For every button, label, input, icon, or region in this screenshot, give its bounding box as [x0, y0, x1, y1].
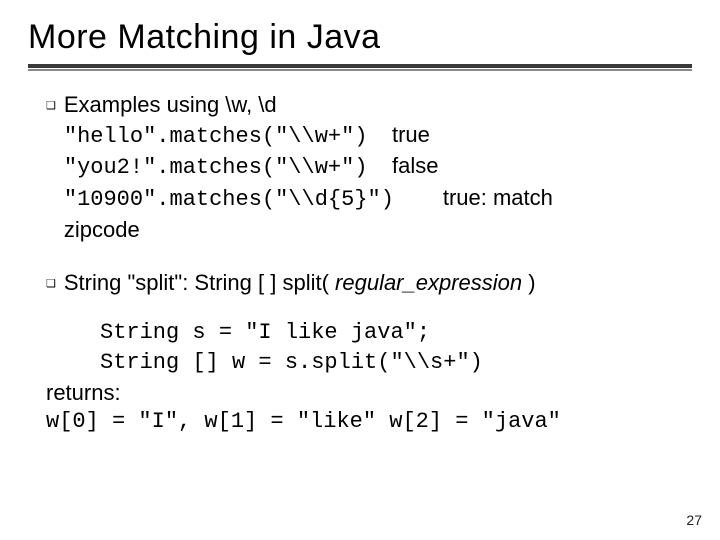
code-line-1: String s = "I like java";	[100, 318, 686, 348]
code-line-2: String [] w = s.split("\\s+")	[100, 348, 686, 378]
slide-title: More Matching in Java	[28, 18, 381, 57]
bullet-body: Examples using \w, \d "hello".matches("\…	[64, 90, 553, 244]
example-2-result: false	[392, 153, 438, 178]
example-2: "you2!".matches("\\w+") false	[64, 151, 553, 183]
example-1: "hello".matches("\\w+") true	[64, 120, 553, 152]
split-lead-a: String "split": String [ ] split(	[64, 270, 335, 295]
content: ❑ Examples using \w, \d "hello".matches(…	[46, 90, 686, 437]
bullet-examples: ❑ Examples using \w, \d "hello".matches(…	[46, 90, 686, 244]
bullet-row: ❑ String "split": String [ ] split( regu…	[46, 268, 686, 298]
returns-label: returns:	[46, 378, 686, 408]
bullet-square-icon: ❑	[46, 99, 56, 114]
example-3-code: "10900".matches("\\d{5}")	[64, 187, 394, 212]
split-lead-b: regular_expression	[335, 270, 522, 295]
bullet-split: ❑ String "split": String [ ] split( regu…	[46, 268, 686, 298]
split-lead-c: )	[522, 270, 535, 295]
example-2-code: "you2!".matches("\\w+")	[64, 155, 368, 180]
example-1-code: "hello".matches("\\w+")	[64, 124, 368, 149]
bullet-square-icon: ❑	[46, 277, 56, 292]
example-3-tail: zipcode	[64, 215, 553, 245]
split-example: String s = "I like java"; String [] w = …	[46, 318, 686, 437]
title-underline	[28, 64, 692, 68]
returns-output: w[0] = "I", w[1] = "like" w[2] = "java"	[46, 407, 686, 437]
example-3-result: true: match	[443, 185, 553, 210]
example-1-result: true	[392, 122, 430, 147]
title-block: More Matching in Java	[28, 18, 381, 57]
examples-lead: Examples using \w, \d	[64, 90, 553, 120]
slide: More Matching in Java ❑ Examples using \…	[0, 0, 720, 540]
example-3: "10900".matches("\\d{5}") true: match	[64, 183, 553, 215]
page-number: 27	[686, 512, 702, 528]
bullet-row: ❑ Examples using \w, \d "hello".matches(…	[46, 90, 686, 244]
bullet-body: String "split": String [ ] split( regula…	[64, 268, 536, 298]
code-block: String s = "I like java"; String [] w = …	[100, 318, 686, 377]
